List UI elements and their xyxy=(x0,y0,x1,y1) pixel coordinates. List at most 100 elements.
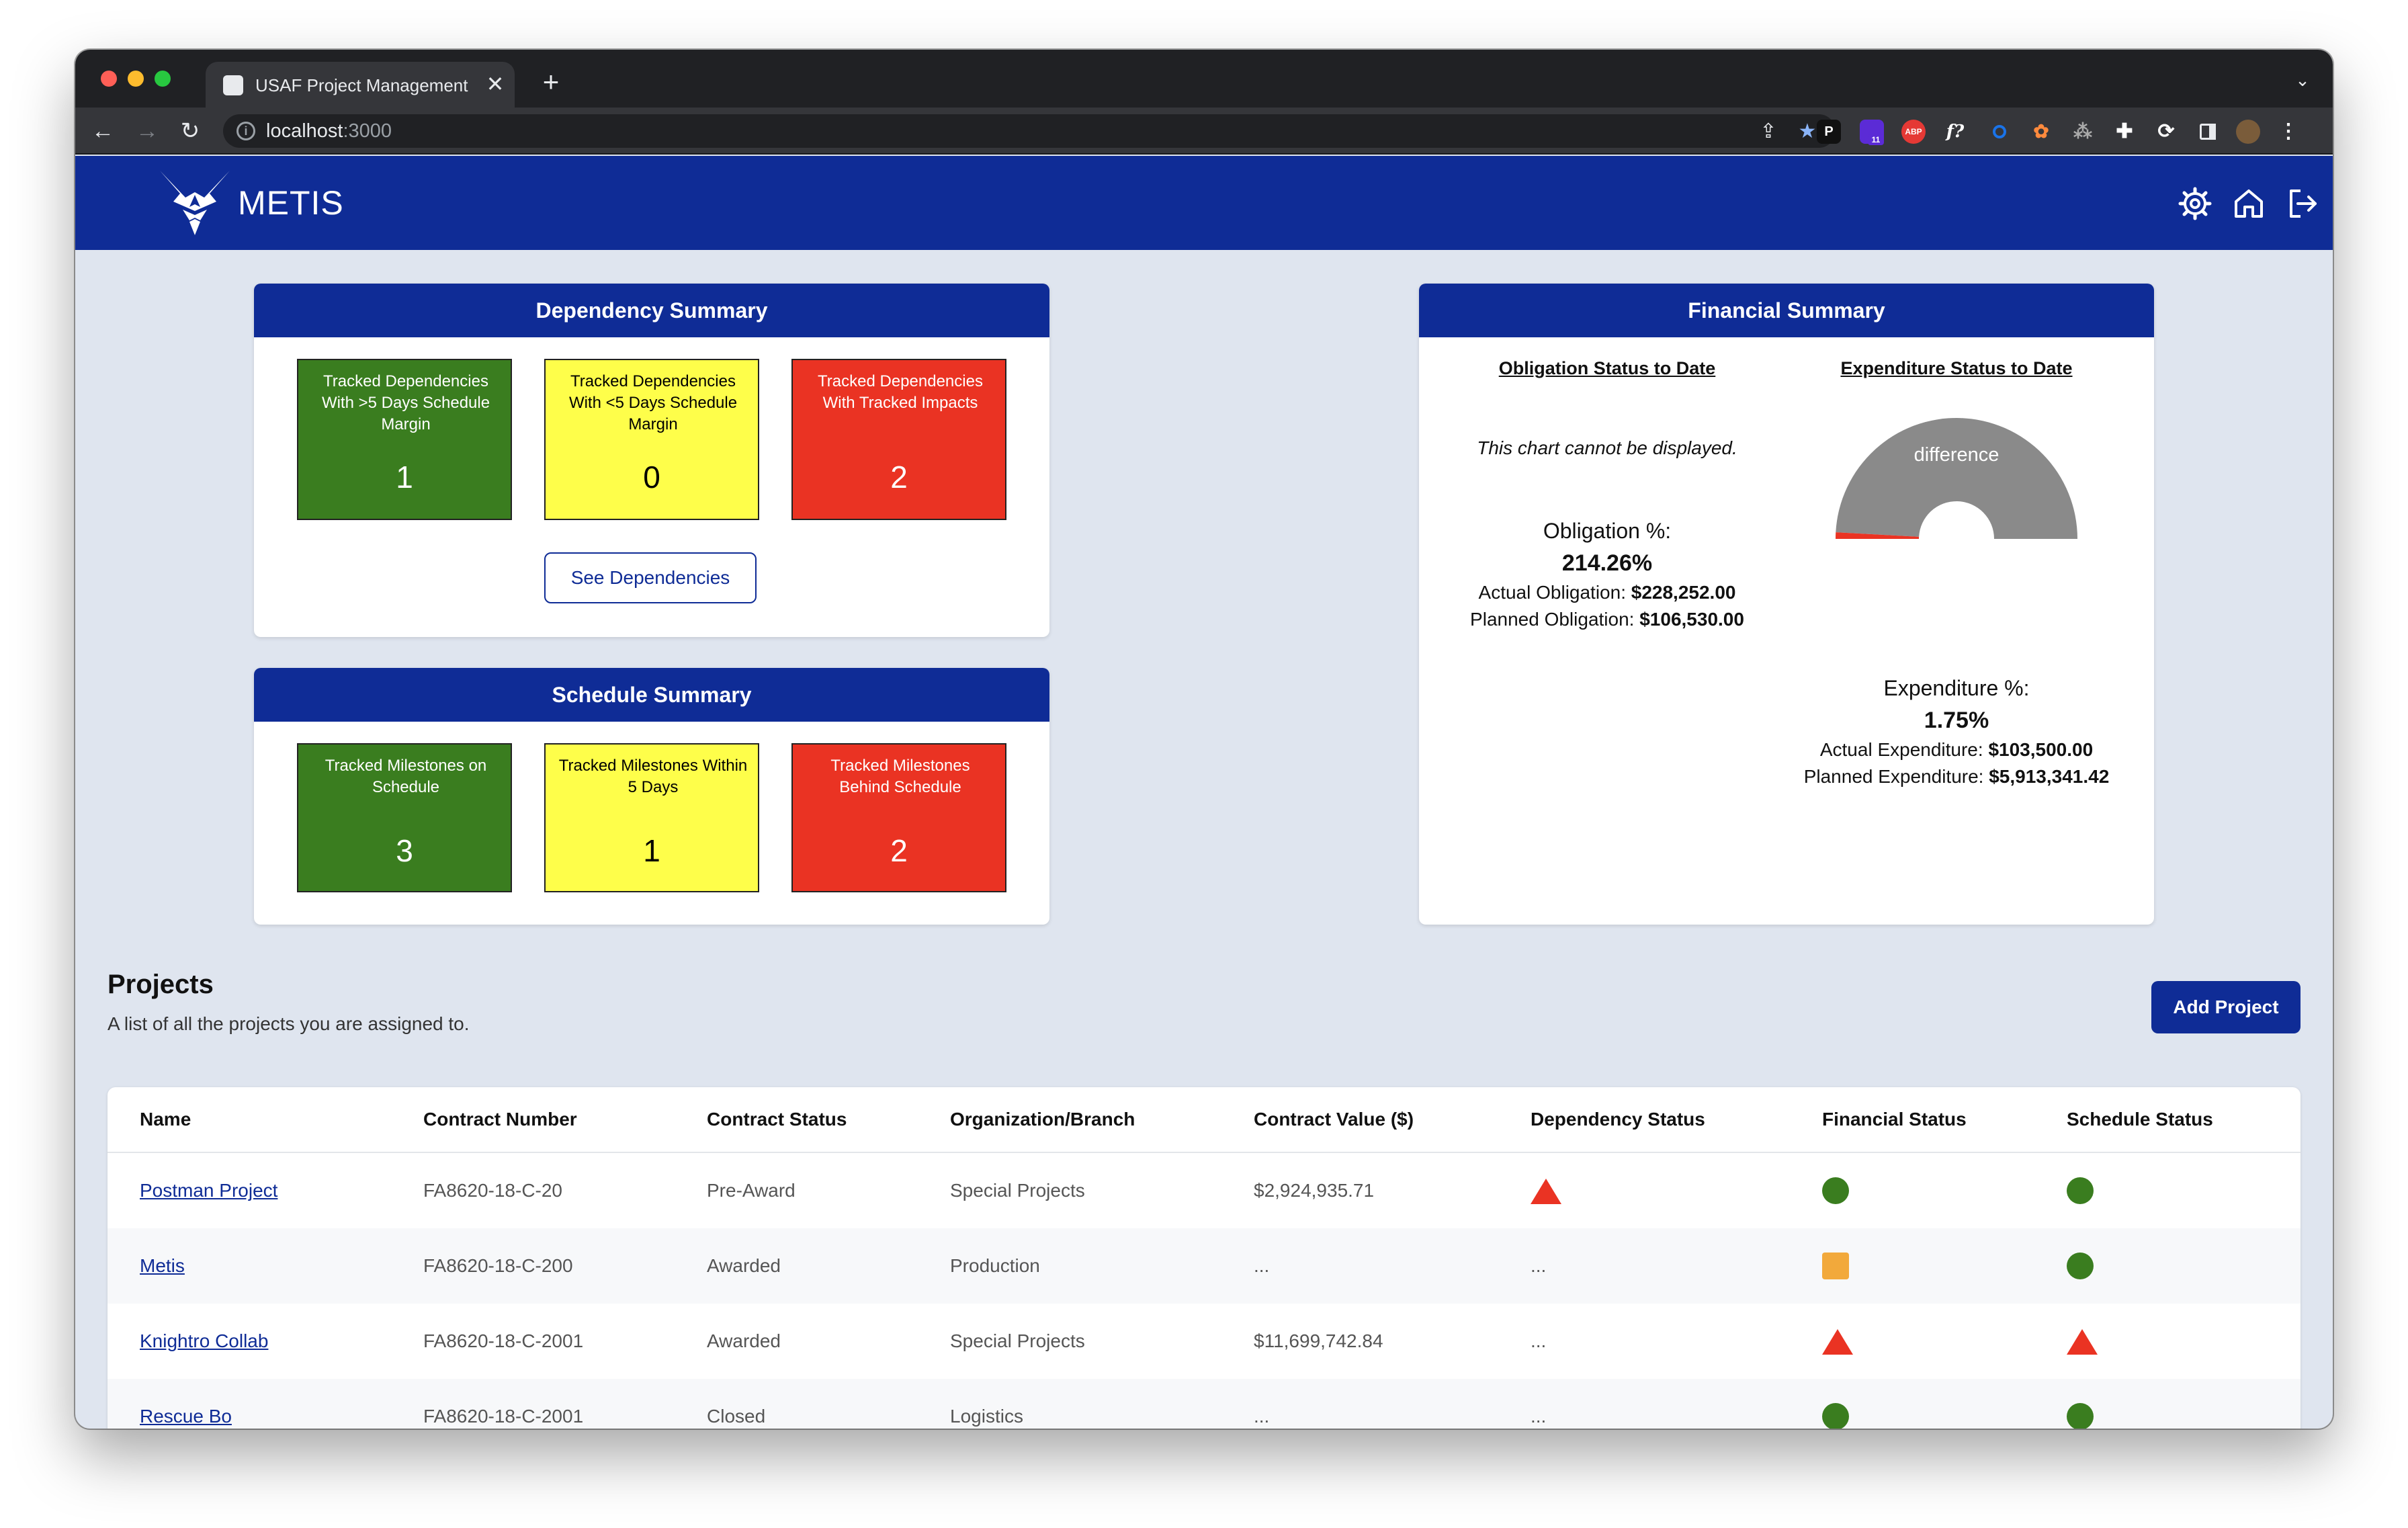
browser-tab-bar: USAF Project Management Dashboard ✕ + ⌄ xyxy=(75,50,2333,108)
column-header-organization[interactable]: Organization/Branch xyxy=(950,1087,1135,1152)
table-row[interactable]: Postman Project FA8620-18-C-20 Pre-Award… xyxy=(108,1153,2300,1228)
dependency-status-placeholder: ... xyxy=(1531,1406,1547,1427)
planned-obligation: Planned Obligation: $106,530.00 xyxy=(1432,606,1782,633)
column-header-schedule-status[interactable]: Schedule Status xyxy=(2067,1087,2213,1152)
schedule-tile-on-schedule[interactable]: Tracked Milestones on Schedule 3 xyxy=(297,743,512,892)
project-name-link[interactable]: Postman Project xyxy=(140,1153,277,1228)
dependency-summary-title: Dependency Summary xyxy=(254,284,1049,337)
organization: Special Projects xyxy=(950,1180,1085,1201)
financial-status-green-circle-icon xyxy=(1822,1403,1849,1429)
schedule-summary-title: Schedule Summary xyxy=(254,668,1049,722)
organization: Logistics xyxy=(950,1406,1023,1427)
close-window-button[interactable] xyxy=(101,71,117,87)
sidepanel-icon[interactable] xyxy=(2196,120,2220,144)
tile-label: Tracked Milestones Behind Schedule xyxy=(830,757,970,796)
planned-obligation-label: Planned Obligation: xyxy=(1470,609,1640,630)
extension-badge-icon[interactable]: 11 xyxy=(1860,120,1884,145)
contract-value: $2,924,935.71 xyxy=(1254,1180,1375,1201)
forward-arrow-icon[interactable]: → xyxy=(133,117,161,145)
contract-number: FA8620-18-C-2001 xyxy=(423,1330,584,1351)
extension-p-icon[interactable]: P xyxy=(1817,120,1841,144)
contract-value: ... xyxy=(1254,1406,1270,1427)
extension-fx-icon[interactable]: f? xyxy=(1943,120,1967,144)
column-header-contract-status[interactable]: Contract Status xyxy=(707,1087,847,1152)
tab-search-chevron-icon[interactable]: ⌄ xyxy=(2292,70,2313,90)
logout-icon[interactable] xyxy=(2286,187,2319,220)
gauge-difference-arc xyxy=(1836,417,2077,539)
contract-status: Awarded xyxy=(707,1330,781,1351)
new-tab-button[interactable]: + xyxy=(538,68,564,96)
reload-icon[interactable]: ↻ xyxy=(176,117,204,145)
schedule-tile-within-5-days[interactable]: Tracked Milestones Within 5 Days 1 xyxy=(544,743,759,892)
tab-title: USAF Project Management Dashboard xyxy=(255,75,470,95)
planned-expenditure: Planned Expenditure: $5,913,341.42 xyxy=(1782,763,2131,790)
extension-circle-icon[interactable] xyxy=(1987,120,2012,144)
tile-value: 3 xyxy=(396,833,413,868)
table-row[interactable]: Metis FA8620-18-C-200 Awarded Production… xyxy=(108,1228,2300,1304)
contract-status: Pre-Award xyxy=(707,1180,796,1201)
schedule-status-green-circle-icon xyxy=(2067,1403,2094,1429)
actual-expenditure-label: Actual Expenditure: xyxy=(1819,739,1989,760)
schedule-tile-behind[interactable]: Tracked Milestones Behind Schedule 2 xyxy=(791,743,1006,892)
bookmark-star-icon[interactable]: ★ xyxy=(1795,120,1819,144)
back-arrow-icon[interactable]: ← xyxy=(89,117,117,145)
obligation-pct-label: Obligation %: xyxy=(1543,519,1672,543)
actual-obligation-value: $228,252.00 xyxy=(1631,582,1736,603)
address-url[interactable]: localhost:3000 xyxy=(266,120,669,142)
table-row[interactable]: Knightro Collab FA8620-18-C-2001 Awarded… xyxy=(108,1304,2300,1379)
minimize-window-button[interactable] xyxy=(128,71,144,87)
extension-refresh-icon[interactable]: ⟳ xyxy=(2154,120,2178,144)
column-header-financial-status[interactable]: Financial Status xyxy=(1822,1087,1967,1152)
financial-summary-card: Financial Summary Obligation Status to D… xyxy=(1419,284,2154,925)
adblock-plus-icon[interactable]: ABP xyxy=(1901,120,1926,144)
dependency-tile-on-track[interactable]: Tracked Dependencies With >5 Days Schedu… xyxy=(297,359,512,520)
usaf-wings-logo-icon[interactable] xyxy=(160,171,230,235)
project-name-link[interactable]: Knightro Collab xyxy=(140,1304,268,1379)
url-port: :3000 xyxy=(343,120,392,142)
extension-dots-icon[interactable]: ⁂ xyxy=(2071,120,2095,144)
address-bar[interactable]: i localhost:3000 ⇪ ★ xyxy=(223,114,1836,148)
obligation-chart-message: This chart cannot be displayed. xyxy=(1477,437,1737,458)
add-project-button[interactable]: Add Project xyxy=(2151,981,2300,1033)
see-dependencies-button[interactable]: See Dependencies xyxy=(544,552,757,603)
gauge-difference-label: difference xyxy=(1914,444,2000,466)
actual-expenditure: Actual Expenditure: $103,500.00 xyxy=(1782,736,2131,763)
column-header-name[interactable]: Name xyxy=(140,1087,191,1152)
extension-badge-count: 11 xyxy=(1868,134,1884,145)
tile-label: Tracked Milestones on Schedule xyxy=(325,757,487,796)
usaf-favicon-icon xyxy=(223,75,243,95)
project-name-link[interactable]: Rescue Bo xyxy=(140,1379,232,1429)
settings-gear-icon[interactable] xyxy=(2178,187,2212,220)
browser-toolbar: ← → ↻ i localhost:3000 ⇪ ★ P 11 ABP f? ✿… xyxy=(75,108,2333,155)
browser-menu-icon[interactable]: ⋮ xyxy=(2276,120,2300,144)
organization: Special Projects xyxy=(950,1330,1085,1351)
browser-window: USAF Project Management Dashboard ✕ + ⌄ … xyxy=(75,50,2333,1429)
extension-cookie-icon[interactable]: ✿ xyxy=(2029,120,2053,144)
column-header-contract-number[interactable]: Contract Number xyxy=(423,1087,577,1152)
column-header-contract-value[interactable]: Contract Value ($) xyxy=(1254,1087,1414,1152)
financial-status-orange-square-icon xyxy=(1822,1253,1849,1279)
home-icon[interactable] xyxy=(2232,187,2266,220)
projects-table: Name Contract Number Contract Status Org… xyxy=(108,1087,2300,1429)
dependency-tile-at-risk[interactable]: Tracked Dependencies With <5 Days Schedu… xyxy=(544,359,759,520)
table-row[interactable]: Rescue Bo FA8620-18-C-2001 Closed Logist… xyxy=(108,1379,2300,1429)
financial-status-green-circle-icon xyxy=(1822,1177,1849,1204)
contract-status: Awarded xyxy=(707,1255,781,1276)
tab-close-icon[interactable]: ✕ xyxy=(485,73,505,95)
maximize-window-button[interactable] xyxy=(155,71,171,87)
extensions-puzzle-icon[interactable]: ✚ xyxy=(2112,120,2137,144)
contract-value: $11,699,742.84 xyxy=(1254,1330,1383,1351)
dependency-tile-impacted[interactable]: Tracked Dependencies With Tracked Impact… xyxy=(791,359,1006,520)
profile-avatar[interactable] xyxy=(2236,120,2260,144)
project-name-link[interactable]: Metis xyxy=(140,1228,185,1304)
browser-tab-active[interactable]: USAF Project Management Dashboard ✕ xyxy=(206,62,515,108)
tile-label: Tracked Dependencies With >5 Days Schedu… xyxy=(321,372,490,433)
tile-value: 2 xyxy=(890,460,908,495)
site-info-icon[interactable]: i xyxy=(236,122,255,140)
contract-number: FA8620-18-C-2001 xyxy=(423,1406,584,1427)
contract-status: Closed xyxy=(707,1406,766,1427)
share-icon[interactable]: ⇪ xyxy=(1756,120,1780,144)
column-header-dependency-status[interactable]: Dependency Status xyxy=(1531,1087,1705,1152)
app-brand-name[interactable]: METIS xyxy=(238,183,372,223)
contract-number: FA8620-18-C-200 xyxy=(423,1255,573,1276)
